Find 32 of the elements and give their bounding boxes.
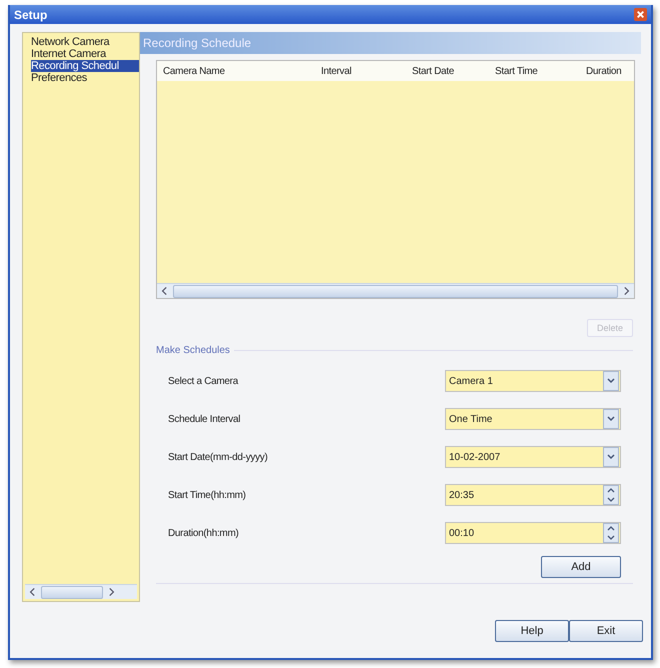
time-spinner[interactable]: 20:35 (445, 484, 621, 506)
add-button[interactable]: Add (541, 556, 621, 578)
spin-arrows-icon[interactable] (603, 485, 619, 505)
dialog-button[interactable]: Exit (569, 620, 643, 642)
dropdown-field[interactable]: 10-02-2007 (445, 446, 621, 468)
field-label: Schedule Interval (168, 414, 240, 424)
sidebar-item[interactable]: Internet Camera (31, 48, 139, 60)
column-header[interactable]: Camera Name (157, 66, 315, 76)
time-spinner[interactable]: 00:10 (445, 522, 621, 544)
scroll-thumb[interactable] (41, 586, 103, 598)
sidebar-item[interactable]: Preferences (31, 72, 139, 84)
window-title: Setup (14, 8, 48, 22)
panel-title: Recording Schedule (143, 36, 252, 50)
sidebar-item[interactable]: Recording Schedul (31, 60, 139, 72)
horizontal-scrollbar[interactable] (157, 283, 634, 298)
field-label: Start Date(mm-dd-yyyy) (168, 452, 268, 462)
field-label: Duration(hh:mm) (168, 528, 239, 538)
horizontal-scrollbar[interactable] (25, 584, 137, 599)
column-header[interactable]: Interval (315, 66, 406, 76)
sidebar-item[interactable]: Network Camera (31, 36, 139, 48)
field-label: Start Time(hh:mm) (168, 490, 246, 500)
dialog-button[interactable]: Help (495, 620, 569, 642)
field-label: Select a Camera (168, 376, 238, 386)
dropdown-field[interactable]: Camera 1 (445, 370, 621, 392)
column-header[interactable]: Start Time (489, 66, 580, 76)
column-header[interactable]: Duration (580, 66, 634, 76)
scroll-thumb[interactable] (173, 284, 618, 298)
group-title: Make Schedules (156, 345, 230, 356)
column-header[interactable]: Start Date (406, 66, 489, 76)
close-icon[interactable] (634, 8, 647, 21)
spin-arrows-icon[interactable] (603, 523, 619, 543)
dropdown-field[interactable]: One Time (445, 408, 621, 430)
